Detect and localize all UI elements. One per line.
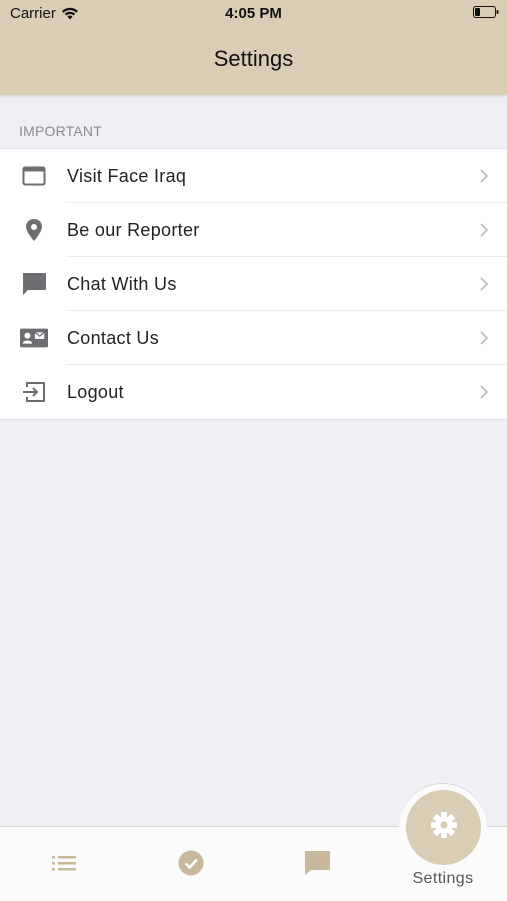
settings-menu: Visit Face Iraq Be our Reporter Chat Wit… [0,148,507,420]
menu-item-label: Be our Reporter [67,219,200,240]
tab-checkmark[interactable] [131,827,251,901]
chevron-right-icon [480,277,489,291]
chevron-right-icon [480,385,489,399]
menu-item-visit-face-iraq[interactable]: Visit Face Iraq [0,149,507,203]
page-title: Settings [213,46,294,71]
menu-item-logout[interactable]: Logout [0,365,507,419]
gear-icon [430,811,458,844]
status-time: 4:05 PM [225,5,282,22]
tab-chat[interactable] [257,827,377,901]
menu-item-be-our-reporter[interactable]: Be our Reporter [0,203,507,257]
chevron-right-icon [480,223,489,237]
status-bar: Carrier 4:05 PM [0,0,507,28]
battery-icon [473,6,499,18]
menu-item-label: Chat With Us [67,273,177,294]
menu-item-chat-with-us[interactable]: Chat With Us [0,257,507,311]
browser-window-icon [20,164,48,188]
menu-item-contact-us[interactable]: Contact Us [0,311,507,365]
tab-list[interactable] [4,827,124,901]
section-header-important: IMPORTANT [19,123,102,139]
menu-item-label: Logout [67,381,124,402]
nav-header: Carrier 4:05 PM Settings [0,0,507,95]
chevron-right-icon [480,331,489,345]
checkmark-circle-icon [177,849,205,877]
contact-card-icon [20,326,48,350]
logout-icon [20,380,48,404]
tab-settings[interactable] [406,790,481,865]
chat-bubble-icon [303,849,331,877]
chevron-right-icon [480,169,489,183]
list-icon [50,849,78,877]
menu-item-label: Visit Face Iraq [67,165,187,186]
menu-item-label: Contact Us [67,327,160,348]
tab-settings-label: Settings [412,870,474,887]
chat-bubble-icon [20,272,48,296]
location-pin-icon [20,218,48,242]
